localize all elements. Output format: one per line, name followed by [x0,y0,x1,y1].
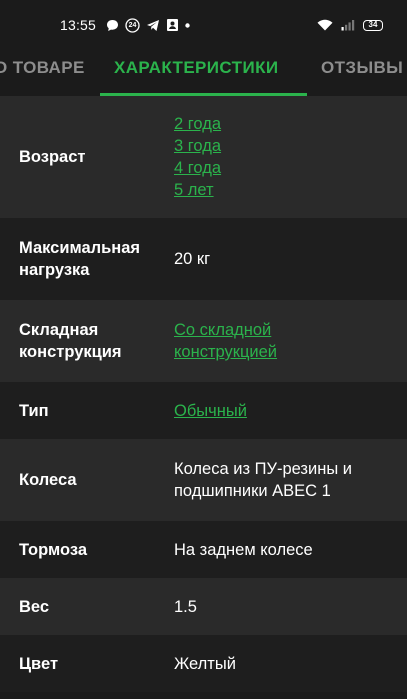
spec-label: Тип [19,401,49,420]
spec-row-folding: Складная конструкция Со складной констру… [0,300,407,382]
spec-link-folding-line1[interactable]: Со складной [174,319,395,341]
spec-link-age-3[interactable]: 3 года [174,135,395,157]
spec-value: Обычный [174,382,407,439]
more-notifications-dot-icon [185,22,190,28]
tab-reviews[interactable]: ОТЗЫВЫ [321,40,403,96]
spec-label: Цвет [19,654,59,673]
spec-label: Возраст [19,148,86,166]
spec-value: 2 года 3 года 4 года 5 лет [174,96,407,218]
tab-about-product[interactable]: О ТОВАРЕ [0,40,85,96]
battery-icon: 34 [363,19,383,31]
tab-characteristics[interactable]: ХАРАКТЕРИСТИКИ [114,40,278,96]
spec-value-text: 20 кг [174,250,211,268]
spec-label: Колеса [19,471,77,489]
status-bar: 13:55 24 34 [0,0,407,40]
spec-value: Со складной конструкцией [174,300,407,382]
spec-value-text: Желтый [174,654,236,673]
spec-row-wheels: Колеса Колеса из ПУ-резины и подшипники … [0,439,407,521]
spec-value-text: На заднем колесе [174,540,313,559]
specs-table: Возраст 2 года 3 года 4 года 5 лет Макси… [0,96,407,692]
spec-value: Желтый [174,635,407,692]
tab-characteristics-label: ХАРАКТЕРИСТИКИ [114,58,279,77]
spec-link-type[interactable]: Обычный [174,400,395,422]
spec-link-age-2[interactable]: 2 года [174,113,395,135]
spec-row-brakes: Тормоза На заднем колесе [0,521,407,578]
status-right: 34 [317,16,383,34]
spec-value: На заднем колесе [174,521,407,578]
spec-label: Складная конструкция [19,321,122,361]
chat-bubble-icon [106,19,119,32]
spec-row-color: Цвет Желтый [0,635,407,692]
notification-badge-count: 24 [128,21,137,29]
spec-label: Вес [19,597,50,616]
wifi-icon [317,19,333,31]
spec-label: Тормоза [19,540,87,559]
spec-row-weight: Вес 1.5 [0,578,407,635]
spec-value: 1.5 [174,578,407,635]
spec-value-text: 1.5 [174,597,197,616]
spec-row-type: Тип Обычный [0,382,407,439]
status-time: 13:55 [60,17,97,33]
tab-reviews-label: ОТЗЫВЫ [321,58,404,77]
spec-link-folding-line2[interactable]: конструкцией [174,341,395,363]
telegram-icon [146,19,160,32]
contact-card-icon [166,18,179,32]
spec-row-age: Возраст 2 года 3 года 4 года 5 лет [0,96,407,218]
spec-value-text: Колеса из ПУ-резины и [174,460,352,478]
product-tabs: О ТОВАРЕ ХАРАКТЕРИСТИКИ ОТЗЫВЫ [0,40,407,96]
notification-badge-icon: 24 [125,17,140,33]
spec-label: Максимальная нагрузка [19,239,141,279]
spec-value: Колеса из ПУ-резины и подшипники ABEC 1 [174,439,407,521]
signal-icon [341,19,355,31]
spec-value-text: подшипники ABEC 1 [174,482,331,500]
spec-value: 20 кг [174,218,407,300]
spec-row-max-load: Максимальная нагрузка 20 кг [0,218,407,300]
status-left: 13:55 24 [60,16,190,34]
battery-level: 34 [368,20,378,29]
tab-about-product-label: О ТОВАРЕ [0,58,85,77]
spec-link-age-5[interactable]: 5 лет [174,179,395,201]
spec-link-age-4[interactable]: 4 года [174,157,395,179]
